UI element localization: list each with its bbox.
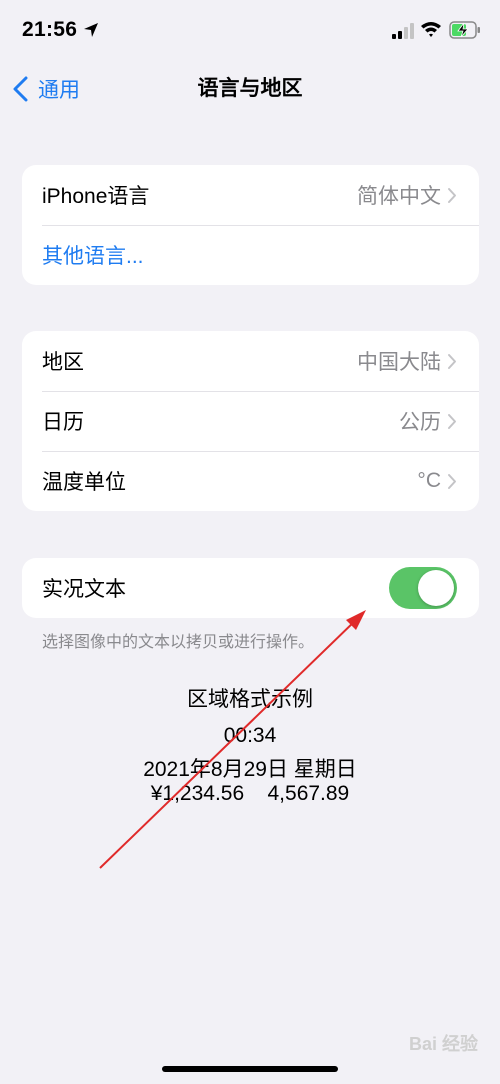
toggle-knob — [418, 570, 454, 606]
live-text-footnote: 选择图像中的文本以拷贝或进行操作。 — [42, 634, 315, 651]
calendar-label: 日历 — [42, 411, 84, 434]
status-time: 21:56 — [22, 18, 78, 41]
chevron-right-icon — [448, 413, 456, 429]
watermark: Bai 经验 — [408, 1034, 478, 1054]
wifi-icon — [421, 22, 441, 37]
calendar-value: 公历 — [399, 411, 441, 434]
live-text-label: 实况文本 — [42, 578, 126, 601]
chevron-right-icon — [448, 473, 456, 489]
nav-bar: 通用 语言与地区 — [0, 64, 500, 114]
live-text-row: 实况文本 — [22, 558, 479, 618]
status-bar: 21:56 — [0, 0, 500, 60]
live-text-toggle[interactable] — [389, 567, 457, 609]
iphone-language-row[interactable]: iPhone语言 简体中文 — [22, 165, 479, 225]
temperature-unit-label: 温度单位 — [42, 471, 126, 494]
language-section: iPhone语言 简体中文 其他语言... — [22, 165, 479, 285]
annotation-arrow-icon — [99, 610, 366, 869]
iphone-language-label: iPhone语言 — [42, 185, 150, 208]
temperature-unit-row[interactable]: 温度单位 °C — [22, 451, 479, 511]
cellular-signal-icon — [392, 23, 414, 39]
chevron-right-icon — [448, 187, 456, 203]
iphone-language-value: 简体中文 — [357, 185, 441, 208]
location-arrow-icon — [84, 23, 98, 37]
home-indicator — [162, 1066, 338, 1072]
page-title: 语言与地区 — [197, 77, 303, 100]
region-row[interactable]: 地区 中国大陆 — [22, 331, 479, 391]
region-section: 地区 中国大陆 日历 公历 温度单位 °C — [22, 331, 479, 511]
example-date: 2021年8月29日 星期日 — [143, 758, 357, 781]
example-numbers: ¥1,234.56 4,567.89 — [150, 782, 350, 805]
region-label: 地区 — [42, 351, 84, 374]
other-languages-row[interactable]: 其他语言... — [22, 225, 479, 285]
live-text-section: 实况文本 — [22, 558, 479, 618]
other-languages-link[interactable]: 其他语言... — [42, 240, 144, 270]
region-value: 中国大陆 — [357, 351, 441, 374]
chevron-right-icon — [448, 353, 456, 369]
temperature-unit-value: °C — [417, 469, 441, 492]
example-time: 00:34 — [223, 724, 277, 747]
region-format-title: 区域格式示例 — [187, 688, 313, 711]
calendar-row[interactable]: 日历 公历 — [22, 391, 479, 451]
battery-charging-icon — [449, 21, 480, 39]
